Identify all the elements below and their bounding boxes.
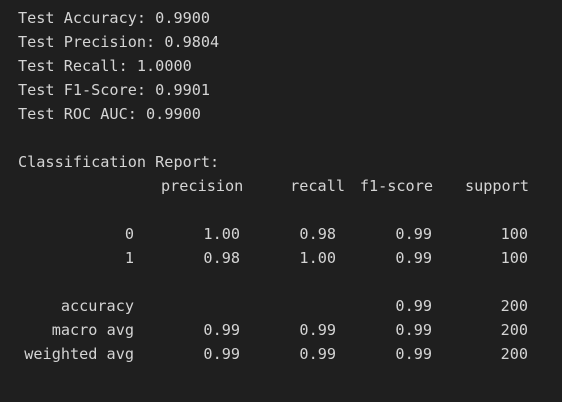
cell-support: 100	[500, 249, 528, 267]
cell-support: 200	[500, 297, 528, 315]
metric-value: 0.9804	[164, 33, 220, 51]
report-row-class-1: 1 0.98 1.00 0.99 100	[18, 246, 562, 270]
report-row-weighted-avg: weighted avg 0.99 0.99 0.99 200	[18, 342, 562, 366]
metric-line-recall: Test Recall: 1.0000	[18, 54, 562, 78]
report-title: Classification Report:	[18, 153, 220, 171]
cell-f1-score: 0.99	[395, 297, 432, 315]
cell-recall: 0.99	[299, 345, 336, 363]
metric-value: 0.9901	[155, 81, 211, 99]
row-label: macro avg	[51, 321, 134, 339]
report-header-row: precision recall f1-score support	[18, 174, 562, 198]
header-recall: recall	[290, 177, 345, 195]
metric-label: Test Precision:	[18, 33, 156, 51]
cell-precision: 0.99	[203, 345, 240, 363]
cell-recall: 0.99	[299, 321, 336, 339]
cell-support: 200	[500, 345, 528, 363]
cell-support: 100	[500, 225, 528, 243]
cell-f1-score: 0.99	[395, 345, 432, 363]
cell-recall: 1.00	[299, 249, 336, 267]
report-row-macro-avg: macro avg 0.99 0.99 0.99 200	[18, 318, 562, 342]
row-label: accuracy	[60, 297, 134, 315]
report-row-class-0: 0 1.00 0.98 0.99 100	[18, 222, 562, 246]
cell-precision: 0.99	[203, 321, 240, 339]
metric-line-f1: Test F1-Score: 0.9901	[18, 78, 562, 102]
metric-value: 0.9900	[155, 9, 211, 27]
cell-f1-score: 0.99	[395, 225, 432, 243]
cell-precision: 0.98	[203, 249, 240, 267]
metric-value: 0.9900	[146, 105, 201, 123]
header-support: support	[464, 177, 529, 195]
cell-support: 200	[500, 321, 528, 339]
metric-label: Test ROC AUC:	[18, 105, 137, 123]
metric-line-accuracy: Test Accuracy: 0.9900	[18, 6, 562, 30]
metric-label: Test Accuracy:	[18, 9, 147, 27]
row-label: 0	[124, 225, 134, 243]
cell-f1-score: 0.99	[395, 249, 432, 267]
header-f1-score: f1-score	[359, 177, 433, 195]
report-row-accuracy: accuracy 0.99 200	[18, 294, 562, 318]
metric-line-roc-auc: Test ROC AUC: 0.9900	[18, 102, 562, 126]
output-panel: Test Accuracy: 0.9900 Test Precision: 0.…	[0, 0, 562, 402]
cell-recall: 0.98	[299, 225, 336, 243]
metric-line-precision: Test Precision: 0.9804	[18, 30, 562, 54]
metric-label: Test F1-Score:	[18, 81, 147, 99]
metric-label: Test Recall:	[18, 57, 128, 75]
row-label: 1	[124, 249, 134, 267]
row-label: weighted avg	[24, 345, 134, 363]
metric-value: 1.0000	[136, 57, 192, 75]
cell-f1-score: 0.99	[395, 321, 432, 339]
cell-precision: 1.00	[203, 225, 240, 243]
header-precision: precision	[161, 177, 244, 195]
